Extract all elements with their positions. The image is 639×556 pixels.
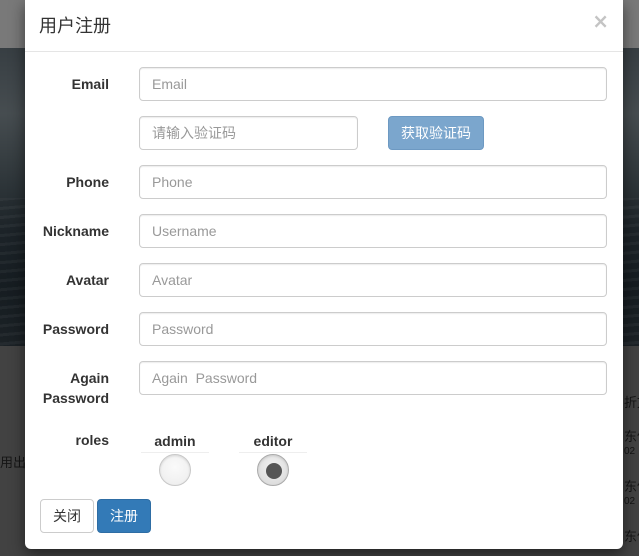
modal-title: 用户注册 [39,16,111,37]
get-code-button[interactable]: 获取验证码 [388,116,484,150]
close-button[interactable]: 关闭 [40,499,94,533]
verification-code-input[interactable] [139,116,358,150]
avatar-label: Avatar [65,272,109,288]
again-password-label-line1: Again [70,370,109,386]
phone-input[interactable] [139,165,607,199]
email-label: Email [71,76,109,92]
nickname-label: Nickname [42,223,109,239]
role-admin-radio[interactable] [159,454,191,486]
again-password-label-line2: Password [42,390,109,406]
password-label: Password [42,321,109,337]
password-input[interactable] [139,312,607,346]
register-modal: 用户注册 × Email 获取验证码 Phone Nickname Avatar… [25,0,623,549]
role-option-editor: editor [239,432,307,486]
modal-header: 用户注册 × [25,0,623,52]
close-icon[interactable]: × [592,9,609,33]
role-divider [141,452,209,453]
phone-label: Phone [66,174,109,190]
roles-label: roles [75,432,109,448]
role-editor-label: editor [253,433,293,449]
again-password-input[interactable] [139,361,607,395]
role-admin-label: admin [154,433,196,449]
avatar-input[interactable] [139,263,607,297]
role-option-admin: admin [141,432,209,486]
nickname-input[interactable] [139,214,607,248]
register-button[interactable]: 注册 [97,499,151,533]
role-editor-radio[interactable] [257,454,289,486]
role-divider [239,452,307,453]
email-input[interactable] [139,67,607,101]
